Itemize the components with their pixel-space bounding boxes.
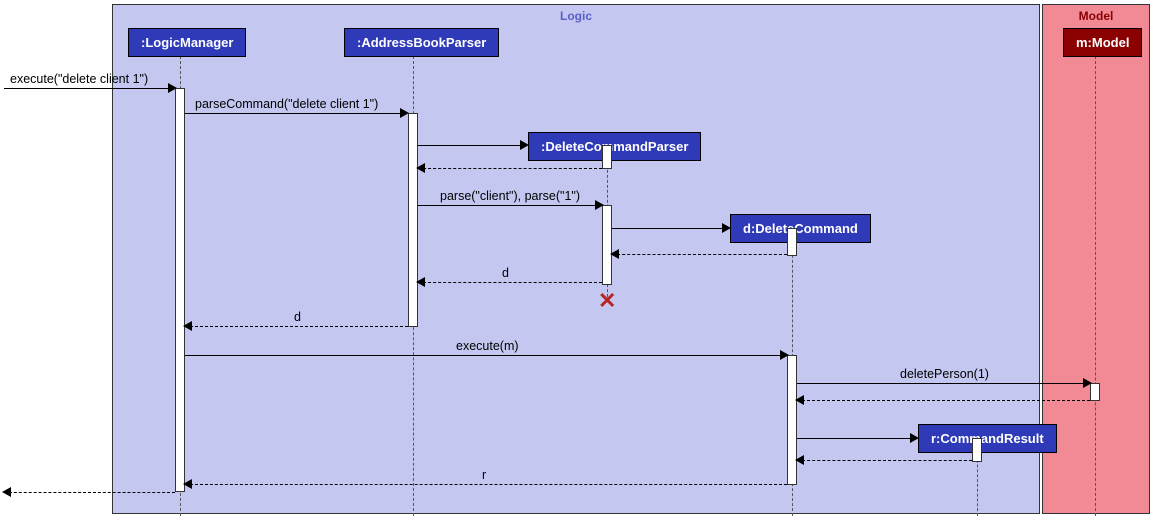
participant-commandresult: r:CommandResult	[918, 424, 1057, 453]
activation-dcparser-1	[602, 145, 612, 169]
model-frame-label: Model	[1079, 9, 1114, 23]
arrow-head	[795, 395, 804, 405]
msg-return-r: r	[482, 468, 486, 482]
arrow-head	[722, 223, 731, 233]
msg-parsecommand: parseCommand("delete client 1")	[195, 97, 378, 111]
arrow-execute-m	[185, 355, 787, 356]
arrow-return-r	[185, 484, 787, 485]
arrow-head	[1083, 378, 1092, 388]
activation-commandresult	[972, 438, 982, 462]
msg-return-d1: d	[502, 266, 509, 280]
arrow-return-dcparser-1	[418, 168, 602, 169]
arrow-head	[183, 321, 192, 331]
arrow-head	[400, 108, 409, 118]
participant-model: m:Model	[1063, 28, 1142, 57]
arrow-create-deletecmd	[612, 228, 728, 229]
arrow-return-external	[4, 492, 175, 493]
msg-return-d2: d	[294, 310, 301, 324]
arrow-return-model	[797, 400, 1090, 401]
sequence-diagram: Logic Model :LogicManager :AddressBookPa…	[0, 0, 1154, 525]
participant-commandresult-label: r:CommandResult	[931, 431, 1044, 446]
participant-deletecommand: d:DeleteCommand	[730, 214, 871, 243]
arrow-return-d1	[418, 282, 602, 283]
participant-logicmanager: :LogicManager	[128, 28, 246, 57]
arrow-head	[795, 455, 804, 465]
destroy-icon: ✕	[598, 288, 616, 314]
arrow-head	[595, 200, 604, 210]
lifeline-model	[1095, 56, 1096, 516]
participant-model-label: m:Model	[1076, 35, 1129, 50]
arrow-execute-delete	[4, 88, 174, 89]
activation-deletecmd-2	[787, 355, 797, 485]
arrow-return-deletecmd-1	[612, 254, 787, 255]
msg-deleteperson: deletePerson(1)	[900, 367, 989, 381]
participant-deletecommandparser-label: :DeleteCommandParser	[541, 139, 688, 154]
arrow-create-cmdresult	[797, 438, 916, 439]
participant-addressbookparser-label: :AddressBookParser	[357, 35, 486, 50]
arrow-return-cmdresult	[797, 460, 972, 461]
arrow-head	[416, 163, 425, 173]
participant-deletecommandparser: :DeleteCommandParser	[528, 132, 701, 161]
arrow-head	[610, 249, 619, 259]
msg-execute-delete: execute("delete client 1")	[10, 72, 148, 86]
arrow-deleteperson	[797, 383, 1090, 384]
arrow-head	[168, 83, 177, 93]
arrow-head	[416, 277, 425, 287]
activation-addressbookparser	[408, 113, 418, 327]
model-frame: Model	[1042, 4, 1150, 514]
msg-parse-client: parse("client"), parse("1")	[440, 189, 580, 203]
arrow-parse-client	[418, 205, 602, 206]
activation-dcparser-2	[602, 205, 612, 285]
activation-logicmanager	[175, 88, 185, 492]
participant-addressbookparser: :AddressBookParser	[344, 28, 499, 57]
arrow-head	[780, 350, 789, 360]
arrow-return-d2	[185, 326, 408, 327]
logic-frame-label: Logic	[560, 9, 592, 23]
participant-deletecommand-label: d:DeleteCommand	[743, 221, 858, 236]
activation-deletecmd-1	[787, 228, 797, 256]
arrow-head	[520, 140, 529, 150]
arrow-head	[910, 433, 919, 443]
arrow-create-dcparser	[418, 145, 526, 146]
arrow-head	[2, 487, 11, 497]
arrow-head	[183, 479, 192, 489]
msg-execute-m: execute(m)	[456, 339, 519, 353]
arrow-parsecommand	[185, 113, 407, 114]
participant-logicmanager-label: :LogicManager	[141, 35, 233, 50]
